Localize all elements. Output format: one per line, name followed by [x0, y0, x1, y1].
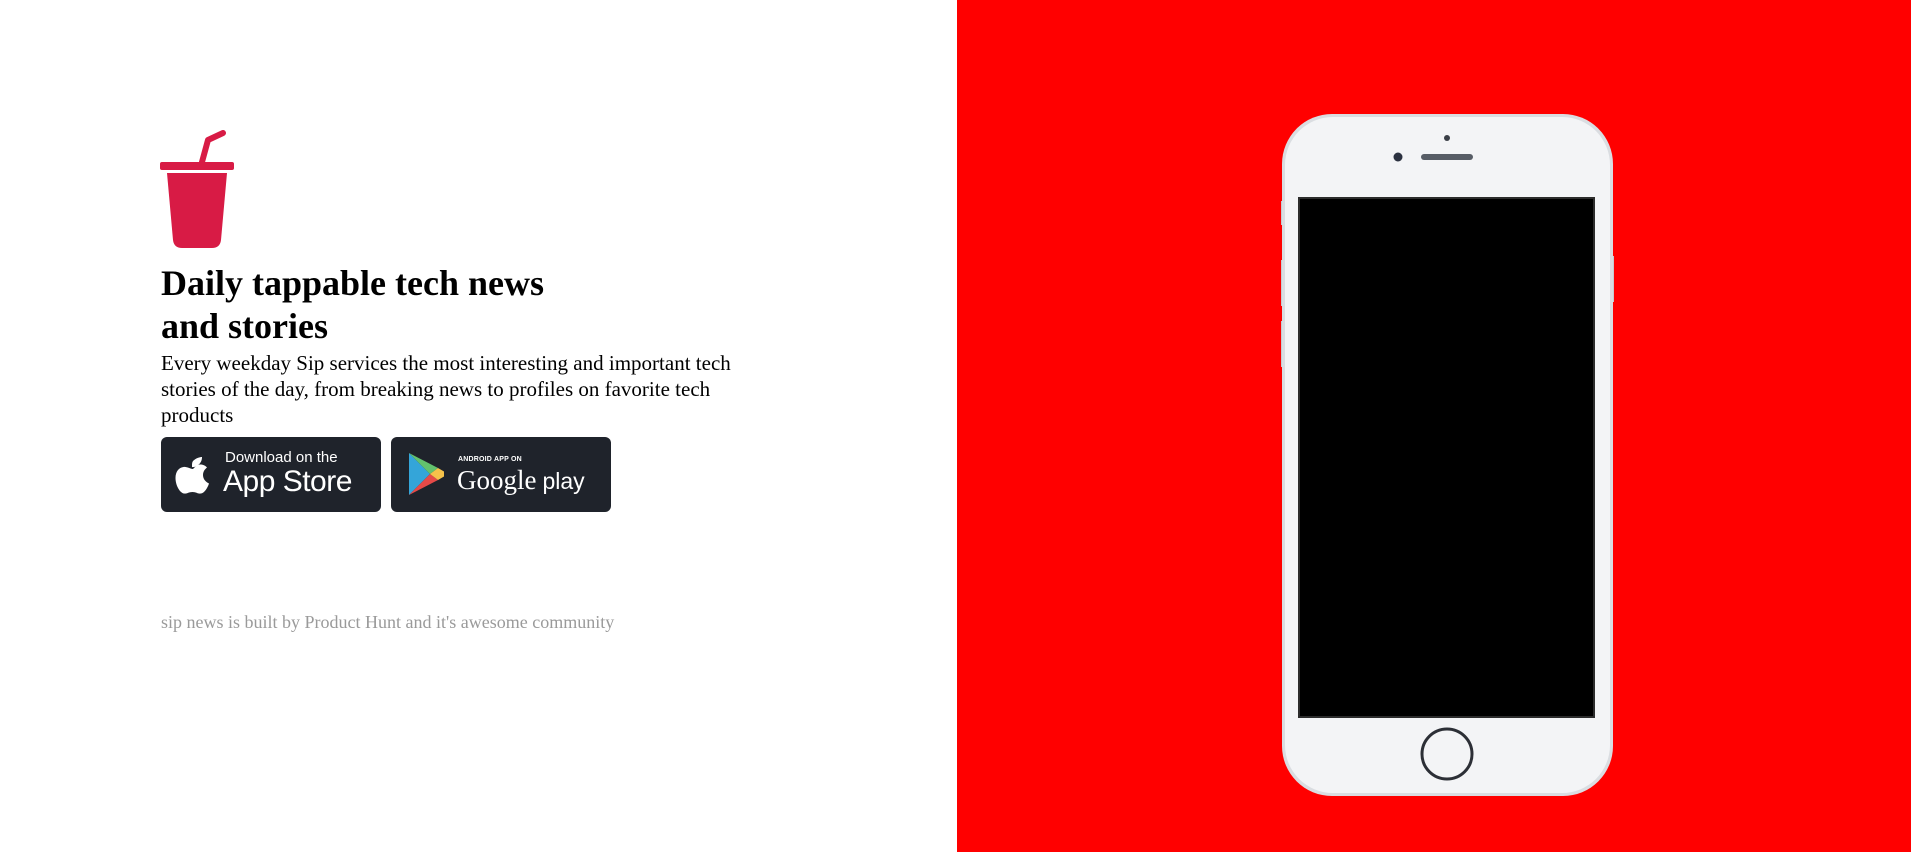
- intro-panel: Daily tappable tech news and stories Ever…: [0, 0, 957, 852]
- landing-page: Daily tappable tech news and stories Ever…: [0, 0, 1911, 852]
- google-play-icon: [409, 453, 444, 495]
- drink-cup-icon: [160, 130, 234, 248]
- google-play-label: Google play: [457, 464, 585, 497]
- google-brand-text: Google: [457, 465, 537, 495]
- footer-note: sip news is built by Product Hunt and it…: [161, 612, 615, 632]
- app-store-button[interactable]: Download on the App Store: [161, 437, 381, 512]
- headline-line-1: Daily tappable tech news: [161, 263, 545, 303]
- iphone-mockup: [1281, 114, 1614, 796]
- app-store-label: App Store: [223, 465, 352, 498]
- headline-line-2: and stories: [161, 306, 329, 346]
- google-play-button[interactable]: ANDROID APP ON Google play: [391, 437, 611, 512]
- google-play-small-label: ANDROID APP ON: [458, 456, 522, 463]
- play-text: play: [542, 468, 585, 494]
- apple-icon: [175, 457, 209, 494]
- page-title: Daily tappable tech news and stories: [161, 262, 621, 348]
- description-text: Every weekday Sip services the most inte…: [161, 351, 731, 427]
